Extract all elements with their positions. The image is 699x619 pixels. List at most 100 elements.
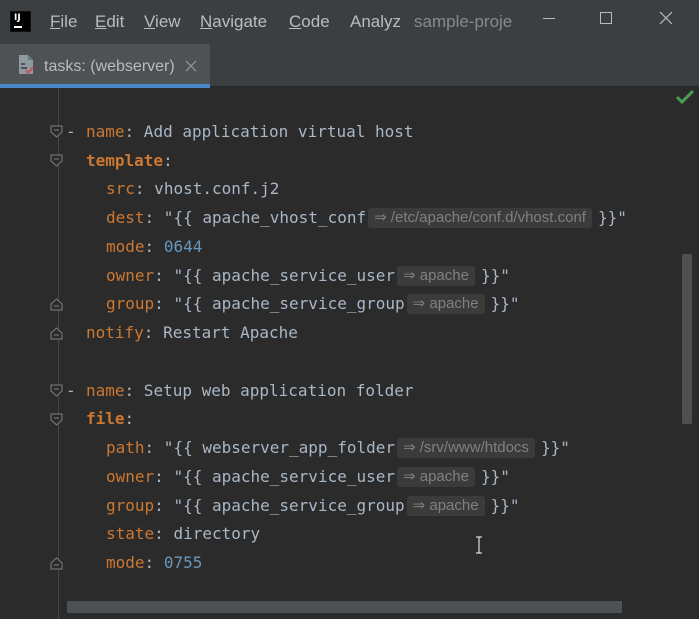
yaml-colon: : [144, 237, 155, 256]
fold-collapse-icon[interactable] [50, 154, 63, 167]
code-line: src: vhost.conf.j2 [0, 177, 279, 201]
yaml-colon: : [154, 294, 164, 313]
menu-analyze[interactable]: Analyz [350, 12, 404, 32]
text-cursor-icon [476, 536, 482, 554]
code-line: path: "{{ webserver_app_folder ⇒ /srv/www… [0, 436, 570, 460]
menu-view[interactable]: View [144, 12, 181, 32]
yaml-key: owner [106, 266, 155, 285]
fold-end-icon[interactable] [50, 298, 63, 311]
menu-edit-label: dit [106, 12, 125, 31]
yaml-number: 0755 [163, 553, 203, 572]
yaml-value: }}" [490, 496, 520, 515]
app-logo-bar [14, 26, 22, 28]
yaml-value: }}" [597, 208, 627, 227]
checkmark-icon[interactable] [676, 90, 694, 104]
title-bar: IJ File Edit View Navigate Code Analyz s… [0, 0, 699, 44]
yaml-value: "{{ apache_service_user [163, 467, 395, 486]
menu-edit-mnemonic: E [95, 12, 107, 31]
maximize-button[interactable] [592, 8, 622, 30]
code-line: group: "{{ apache_service_group ⇒ apache}… [0, 292, 520, 316]
yaml-key: name [86, 122, 125, 141]
tab-close-icon[interactable] [184, 59, 198, 73]
close-icon [659, 11, 673, 25]
code-editor[interactable]: - name: Add application virtual host tem… [0, 88, 699, 619]
code-line: mode: 0755 [0, 551, 202, 575]
code-line: mode: 0644 [0, 235, 202, 259]
fold-end-icon[interactable] [50, 327, 63, 340]
inlay-hint: ⇒ apache [397, 467, 475, 487]
yaml-key: mode [106, 553, 145, 572]
code-line: file: [0, 407, 134, 431]
yaml-colon: : [144, 553, 155, 572]
inlay-hint: ⇒ apache [406, 496, 485, 516]
menu-view-mnemonic: V [144, 12, 156, 31]
yaml-number: 0644 [163, 237, 203, 256]
gutter-separator [58, 88, 59, 619]
yaml-colon: : [134, 179, 145, 198]
inlay-hint: ⇒ /srv/www/htdocs [397, 438, 535, 458]
inlay-hint: ⇒ apache [397, 266, 475, 286]
yaml-key: notify [86, 323, 144, 342]
tab-label: tasks: (webserver) [44, 58, 175, 75]
yaml-colon: : [124, 381, 135, 400]
horizontal-scrollbar[interactable] [67, 601, 622, 613]
yaml-key: owner [106, 467, 155, 486]
yaml-colon: : [143, 323, 154, 342]
yaml-value: Restart Apache [153, 323, 298, 342]
code-line: owner: "{{ apache_service_user ⇒ apache}}… [0, 264, 510, 288]
project-name: sample-proje [414, 12, 513, 31]
fold-collapse-icon[interactable] [50, 413, 63, 426]
yaml-key: group [106, 496, 155, 515]
yaml-value: }}" [480, 266, 510, 285]
menu-edit[interactable]: Edit [95, 12, 124, 32]
yaml-key: path [106, 438, 145, 457]
menu-file-mnemonic: F [50, 12, 61, 31]
fold-collapse-icon[interactable] [50, 384, 63, 397]
yaml-value: "{{ apache_service_group [163, 294, 405, 313]
vertical-scrollbar[interactable] [682, 254, 692, 424]
menu-file[interactable]: File [50, 12, 77, 32]
inlay-hint: ⇒ apache [406, 294, 485, 314]
menu-code[interactable]: Code [289, 12, 330, 32]
yaml-key: src [106, 179, 135, 198]
yaml-value: "{{ apache_service_user [163, 266, 395, 285]
code-line: dest: "{{ apache_vhost_conf ⇒ /etc/apache… [0, 206, 627, 230]
yaml-key: state [106, 524, 155, 543]
menu-view-label: iew [155, 12, 181, 31]
yaml-key: dest [106, 208, 145, 227]
tab-tasks-webserver[interactable]: tasks: (webserver) [0, 44, 210, 88]
minimize-icon [543, 18, 555, 19]
yaml-colon: : [154, 496, 164, 515]
list-dash: - [66, 122, 76, 141]
yaml-value: Setup web application folder [134, 381, 414, 400]
fold-end-icon[interactable] [50, 557, 63, 570]
list-dash: - [66, 381, 76, 400]
code-line: state: directory [0, 522, 260, 546]
yaml-colon: : [163, 151, 173, 170]
fold-collapse-icon[interactable] [50, 125, 63, 138]
close-window-button[interactable] [652, 8, 682, 30]
yaml-key: name [86, 381, 125, 400]
yaml-value: directory [163, 524, 261, 543]
yaml-value: vhost.conf.j2 [144, 179, 280, 198]
yaml-value: "{{ apache_service_group [163, 496, 405, 515]
yaml-key: group [106, 294, 155, 313]
code-line: owner: "{{ apache_service_user ⇒ apache}}… [0, 465, 510, 489]
yaml-value: }}" [490, 294, 520, 313]
app-logo-icon[interactable]: IJ [10, 11, 31, 32]
minimize-button[interactable] [535, 8, 565, 30]
yaml-value: "{{ webserver_app_folder [154, 438, 395, 457]
code-line: notify: Restart Apache [0, 321, 298, 345]
yaml-value: "{{ apache_vhost_conf [154, 208, 367, 227]
menu-code-mnemonic: C [289, 12, 302, 31]
inlay-hint: ⇒ /etc/apache/conf.d/vhost.conf [368, 208, 592, 228]
yaml-colon: : [124, 122, 135, 141]
yaml-value: }}" [480, 467, 510, 486]
yaml-value: }}" [540, 438, 570, 457]
menu-code-label: ode [301, 12, 330, 31]
menu-navigate[interactable]: Navigate [200, 12, 267, 32]
yaml-module-key: file [86, 409, 125, 428]
yaml-colon: : [154, 266, 164, 285]
code-line: group: "{{ apache_service_group ⇒ apache}… [0, 494, 520, 518]
yaml-value: Add application virtual host [134, 122, 414, 141]
